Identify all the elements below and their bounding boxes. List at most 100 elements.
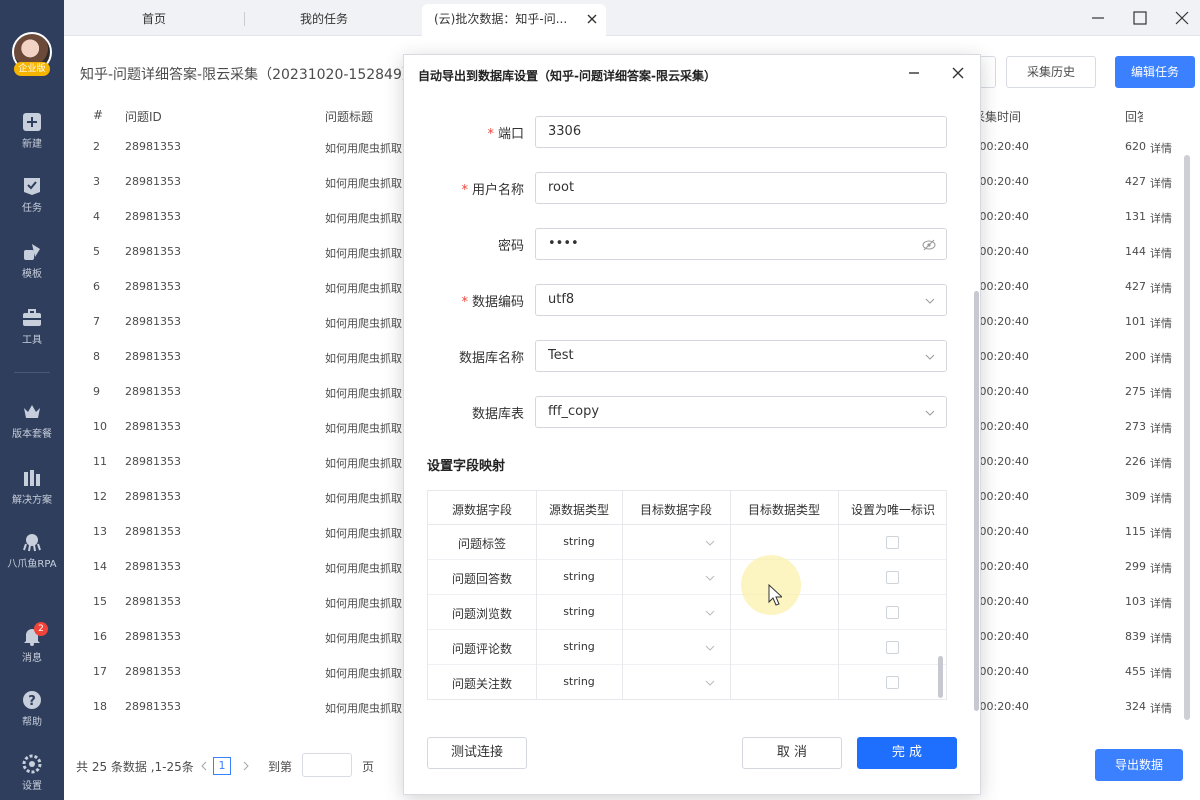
sidebar-item-plans[interactable]: 版本套餐 [0, 402, 64, 452]
dialog-title: 自动导出到数据库设置（知乎-问题详细答案-限云采集） [418, 69, 716, 83]
sidebar-item-label: 版本套餐 [12, 429, 52, 440]
dialog-scrollbar[interactable] [974, 291, 979, 711]
template-icon [24, 244, 40, 260]
target-type-cell[interactable] [732, 667, 836, 697]
cancel-button[interactable]: 取 消 [742, 737, 842, 769]
password-label: 密码 [497, 239, 524, 254]
dbname-label: 数据库名称 [458, 351, 524, 366]
required-mark: * [487, 127, 494, 142]
tab-batch-data[interactable]: (云)批次数据：知乎-问... [422, 4, 606, 36]
unique-key-checkbox[interactable] [886, 536, 899, 549]
dbname-select[interactable]: Test [535, 340, 947, 372]
minimize-icon[interactable] [906, 65, 922, 81]
mapping-row: 问题回答数 string [428, 560, 946, 595]
source-type: string [563, 640, 595, 653]
source-type: string [563, 675, 595, 688]
sidebar-item-label: 新建 [22, 139, 42, 150]
minimize-icon[interactable] [1088, 8, 1108, 28]
chevron-down-icon [925, 298, 935, 304]
sidebar-item-settings[interactable]: 设置 [0, 754, 64, 800]
target-type-cell[interactable] [732, 527, 836, 557]
column-divider [730, 491, 731, 699]
chevron-down-icon [925, 410, 935, 416]
mapping-row: 问题浏览数 string [428, 595, 946, 630]
export-db-settings-dialog: 自动导出到数据库设置（知乎-问题详细答案-限云采集） * 端口 3306 * 用户名… [403, 54, 981, 795]
col-target-field: 目标数据字段 [639, 503, 712, 517]
mapping-row: 问题关注数 string [428, 665, 946, 699]
username-input[interactable]: root [535, 172, 947, 204]
chevron-down-icon [705, 645, 715, 651]
required-mark: * [461, 295, 468, 310]
dbtable-label: 数据库表 [471, 407, 524, 422]
column-divider [838, 491, 839, 699]
chevron-down-icon [705, 680, 715, 686]
username-label: * 用户名称 [404, 179, 524, 198]
sidebar-divider [14, 372, 50, 373]
port-input[interactable]: 3306 [535, 116, 947, 148]
chevron-down-icon [705, 575, 715, 581]
close-icon[interactable] [586, 13, 598, 25]
mouse-cursor-icon [768, 584, 782, 606]
window-close-icon[interactable] [1172, 8, 1192, 28]
target-field-select[interactable] [624, 562, 728, 592]
source-field: 问题回答数 [451, 572, 512, 586]
tab-divider [244, 12, 245, 26]
col-unique-key: 设置为唯一标识 [850, 503, 935, 517]
sidebar-item-templates[interactable]: 模板 [0, 242, 64, 292]
target-field-select[interactable] [624, 667, 728, 697]
eye-off-icon[interactable] [922, 239, 936, 251]
tab-home[interactable]: 首页 [84, 4, 224, 36]
sidebar-item-solutions[interactable]: 解决方案 [0, 468, 64, 518]
unique-key-checkbox[interactable] [886, 571, 899, 584]
dbtable-select[interactable]: fff_copy [535, 396, 947, 428]
sidebar-item-label: 模板 [22, 269, 42, 280]
encoding-select[interactable]: utf8 [535, 284, 947, 316]
done-button[interactable]: 完 成 [857, 737, 957, 769]
help-icon: ? [23, 691, 41, 709]
source-field: 问题关注数 [451, 677, 512, 691]
source-field: 问题评论数 [451, 642, 512, 656]
required-mark: * [461, 183, 468, 198]
crown-icon [24, 405, 40, 418]
mapping-row: 问题标签 string [428, 525, 946, 560]
sidebar-item-label: 任务 [22, 203, 42, 214]
sidebar-item-rpa[interactable]: 八爪鱼RPA [0, 532, 64, 582]
sidebar-item-tools[interactable]: 工具 [0, 308, 64, 358]
close-icon[interactable] [950, 65, 966, 81]
sidebar-item-help[interactable]: ? 帮助 [0, 690, 64, 740]
encoding-label-text: 数据编码 [471, 295, 524, 310]
field-mapping-table: 源数据字段 源数据类型 目标数据字段 目标数据类型 设置为唯一标识 问题标签 st… [427, 490, 947, 700]
unique-key-checkbox[interactable] [886, 641, 899, 654]
target-field-select[interactable] [624, 527, 728, 557]
sidebar-item-tasks[interactable]: 任务 [0, 176, 64, 226]
tab-bar: 首页 我的任务 (云)批次数据：知乎-问... [64, 0, 1200, 36]
test-connection-button[interactable]: 测试连接 [427, 737, 527, 769]
column-divider [622, 491, 623, 699]
target-field-select[interactable] [624, 597, 728, 627]
sidebar-item-new[interactable]: 新建 [0, 112, 64, 162]
maximize-icon[interactable] [1130, 8, 1150, 28]
tab-label: (云)批次数据：知乎-问... [434, 12, 568, 26]
source-type: string [563, 605, 595, 618]
toolbox-icon [23, 309, 41, 326]
svg-text:?: ? [28, 694, 36, 709]
target-type-cell[interactable] [732, 632, 836, 662]
unique-key-checkbox[interactable] [886, 606, 899, 619]
password-input[interactable]: •••• [535, 228, 947, 260]
sidebar-item-messages[interactable]: 2 消息 [0, 622, 64, 676]
tab-label: 我的任务 [299, 12, 348, 26]
source-type: string [563, 535, 595, 548]
encoding-value: utf8 [548, 292, 575, 307]
target-field-select[interactable] [624, 632, 728, 662]
dbname-value: Test [548, 348, 574, 363]
unique-key-checkbox[interactable] [886, 676, 899, 689]
chevron-down-icon [925, 354, 935, 360]
password-value: •••• [548, 236, 579, 251]
mapping-scrollbar[interactable] [938, 656, 943, 698]
port-label: * 端口 [404, 123, 524, 142]
octopus-icon [23, 534, 41, 552]
col-source-type: 源数据类型 [548, 503, 609, 517]
dbtable-value: fff_copy [548, 404, 600, 419]
tab-my-tasks[interactable]: 我的任务 [254, 4, 394, 36]
chevron-down-icon [705, 540, 715, 546]
